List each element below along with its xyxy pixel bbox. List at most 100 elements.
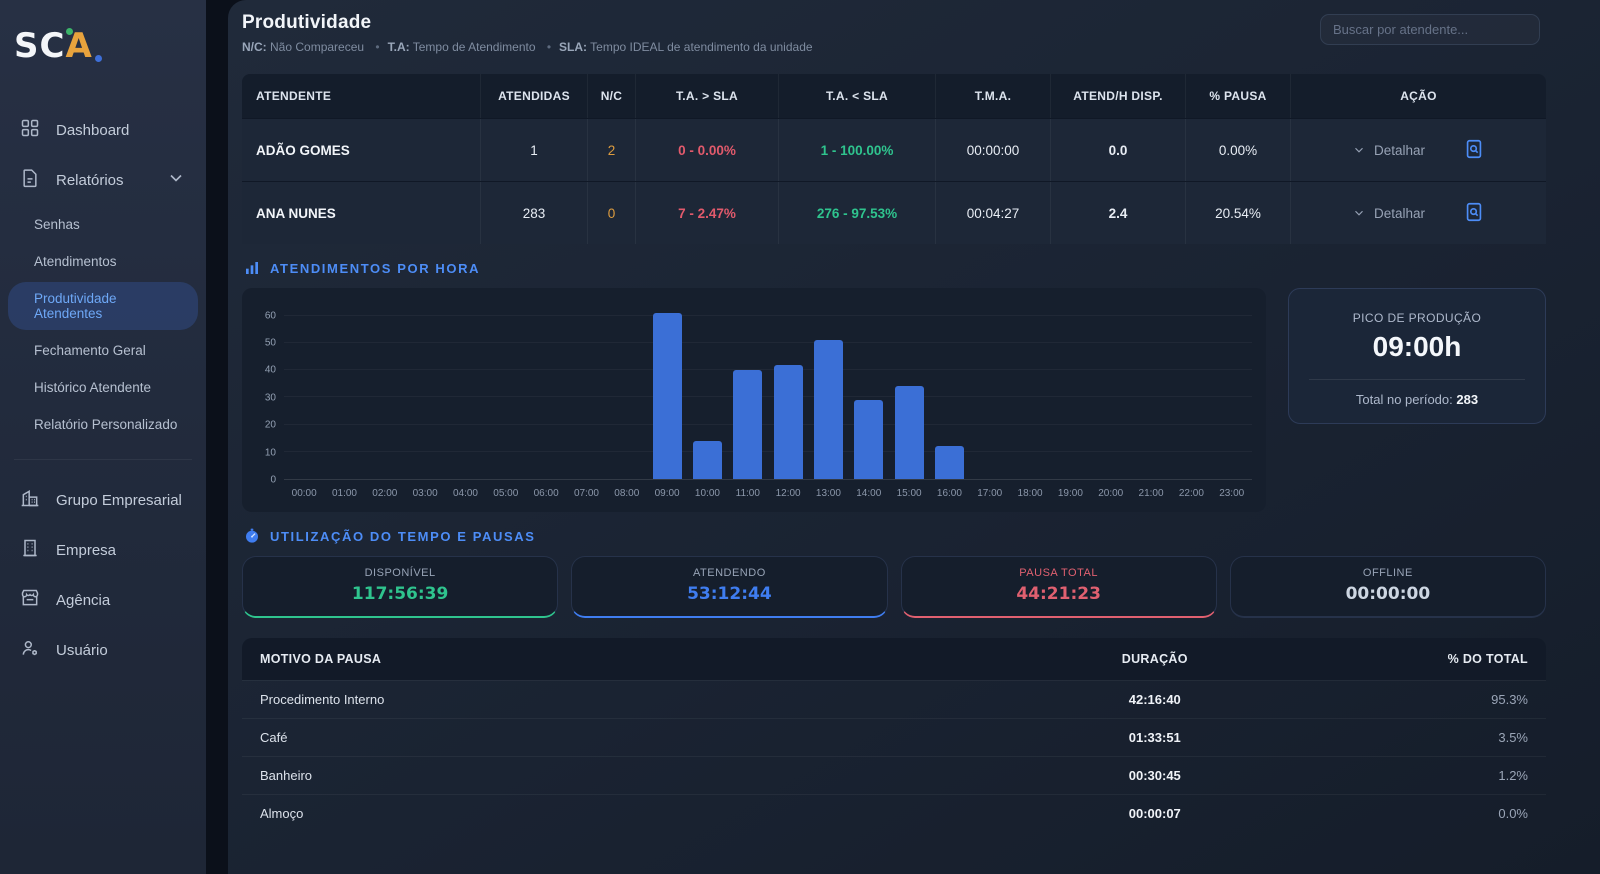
cell-motivo: Procedimento Interno xyxy=(242,692,1050,707)
file-search-icon xyxy=(1463,138,1485,160)
stat-card: PAUSA TOTAL 44:21:23 xyxy=(901,556,1217,618)
file-search-icon xyxy=(1463,201,1485,223)
cell-pausa: 0.00% xyxy=(1185,119,1290,181)
stat-card-label: PAUSA TOTAL xyxy=(902,567,1216,579)
legend-text: Não Compareceu xyxy=(270,40,364,54)
x-tick-label: 05:00 xyxy=(486,488,526,499)
chart-bar xyxy=(814,340,843,479)
y-tick-label: 40 xyxy=(265,365,276,376)
cell-tma: 00:00:00 xyxy=(935,119,1050,181)
stat-card-value: 44:21:23 xyxy=(902,584,1216,604)
logo-green-dot xyxy=(66,28,73,35)
stat-card-value: 53:12:44 xyxy=(572,584,886,604)
legend-item: N/C: Não Compareceu xyxy=(242,40,364,54)
peak-value: 09:00h xyxy=(1309,331,1525,363)
report-detail-button[interactable] xyxy=(1463,138,1485,163)
sidebar-report-link-label: Produtividade Atendentes xyxy=(34,291,117,321)
chart-section-title: ATENDIMENTOS POR HORA xyxy=(244,260,1546,276)
x-tick-label: 13:00 xyxy=(808,488,848,499)
chart-bar xyxy=(935,446,964,479)
sidebar-item-label: Dashboard xyxy=(56,122,129,139)
content-panel: Produtividade N/C: Não Compareceu T.A: T… xyxy=(228,0,1600,874)
pause-table: MOTIVO DA PAUSA DURAÇÃO % DO TOTAL Proce… xyxy=(242,638,1546,832)
cell-tma: 00:04:27 xyxy=(935,182,1050,244)
productivity-table: ATENDENTE ATENDIDAS N/C T.A. > SLA T.A. … xyxy=(242,74,1546,244)
x-tick-label: 18:00 xyxy=(1010,488,1050,499)
col-atendente: ATENDENTE xyxy=(242,74,480,118)
sidebar-item-empresa[interactable]: Empresa xyxy=(6,528,200,572)
sidebar-report-link[interactable]: Produtividade Atendentes xyxy=(8,282,198,330)
sidebar-item-label: Empresa xyxy=(56,542,116,559)
sidebar-report-link-label: Senhas xyxy=(34,217,80,232)
dashboard-grid-icon xyxy=(20,118,40,142)
search-input[interactable] xyxy=(1320,14,1540,45)
buildings-icon xyxy=(20,488,40,512)
legend-term: T.A: xyxy=(388,40,410,54)
cell-nc: 0 xyxy=(587,182,635,244)
cell-duracao: 42:16:40 xyxy=(1050,692,1259,707)
chart-bars xyxy=(284,302,1252,479)
sidebar-item-agencia[interactable]: Agência xyxy=(6,578,200,622)
cell-motivo: Almoço xyxy=(242,806,1050,821)
chart-x-axis: 00:0001:0002:0003:0004:0005:0006:0007:00… xyxy=(284,480,1252,506)
cell-motivo: Banheiro xyxy=(242,768,1050,783)
sidebar-item-grupo-empresarial[interactable]: Grupo Empresarial xyxy=(6,478,200,522)
sidebar-report-link[interactable]: Relatório Personalizado xyxy=(8,408,198,441)
detalhar-label: Detalhar xyxy=(1374,143,1425,158)
stat-card-label: OFFLINE xyxy=(1231,567,1545,579)
cell-pct: 3.5% xyxy=(1259,730,1546,745)
table-row: Café 01:33:51 3.5% xyxy=(242,718,1546,756)
x-tick-label: 14:00 xyxy=(849,488,889,499)
cell-acao: Detalhar xyxy=(1290,119,1546,181)
cell-atendidas: 283 xyxy=(480,182,587,244)
table-row: ADÃO GOMES 1 2 0 - 0.00% 1 - 100.00% 00:… xyxy=(242,118,1546,181)
x-tick-label: 12:00 xyxy=(768,488,808,499)
cell-motivo: Café xyxy=(242,730,1050,745)
stat-card: DISPONÍVEL 117:56:39 xyxy=(242,556,558,618)
sidebar-report-link[interactable]: Histórico Atendente xyxy=(8,371,198,404)
detalhar-button[interactable]: Detalhar xyxy=(1352,206,1425,221)
report-detail-button[interactable] xyxy=(1463,201,1485,226)
x-tick-label: 20:00 xyxy=(1091,488,1131,499)
chart-bar xyxy=(693,441,722,479)
x-tick-label: 07:00 xyxy=(566,488,606,499)
table-row: ANA NUNES 283 0 7 - 2.47% 276 - 97.53% 0… xyxy=(242,181,1546,244)
sidebar-report-link[interactable]: Atendimentos xyxy=(8,245,198,278)
sidebar-item-usuario[interactable]: Usuário xyxy=(6,628,200,672)
period-total-label: Total no período: xyxy=(1356,392,1453,407)
x-tick-label: 16:00 xyxy=(929,488,969,499)
chart-bar xyxy=(774,365,803,479)
x-tick-label: 09:00 xyxy=(647,488,687,499)
x-tick-label: 23:00 xyxy=(1212,488,1252,499)
detalhar-button[interactable]: Detalhar xyxy=(1352,143,1425,158)
sidebar-report-link[interactable]: Senhas xyxy=(8,208,198,241)
chart-bar xyxy=(653,313,682,479)
sidebar-item-dashboard[interactable]: Dashboard xyxy=(6,108,200,152)
sidebar-item-label: Grupo Empresarial xyxy=(56,492,182,509)
detalhar-label: Detalhar xyxy=(1374,206,1425,221)
pause-table-header: MOTIVO DA PAUSA DURAÇÃO % DO TOTAL xyxy=(242,638,1546,680)
chart-y-axis: 0102030405060 xyxy=(252,302,284,480)
chart-plot-area xyxy=(284,302,1252,480)
cell-pct: 95.3% xyxy=(1259,692,1546,707)
x-tick-label: 19:00 xyxy=(1050,488,1090,499)
sidebar-item-relatorios[interactable]: Relatórios xyxy=(6,158,200,202)
chevron-down-icon xyxy=(166,168,186,192)
cell-ta-maior-sla: 7 - 2.47% xyxy=(635,182,778,244)
x-tick-label: 17:00 xyxy=(970,488,1010,499)
chevron-down-icon xyxy=(1352,143,1366,157)
cell-atend-h-disp: 2.4 xyxy=(1050,182,1185,244)
user-gear-icon xyxy=(20,638,40,662)
attendance-by-hour-chart: 0102030405060 00:0001:0002:0003:0004:000… xyxy=(242,288,1266,512)
cell-atendente: ANA NUNES xyxy=(242,182,480,244)
sidebar-report-link[interactable]: Fechamento Geral xyxy=(8,334,198,367)
logo-blue-dot xyxy=(95,55,102,62)
col-atend-h-disp: ATEND/H DISP. xyxy=(1050,74,1185,118)
cell-pausa: 20.54% xyxy=(1185,182,1290,244)
reports-submenu: Senhas Atendimentos Produtividade Atende… xyxy=(0,208,206,441)
cell-pct: 0.0% xyxy=(1259,806,1546,821)
document-icon xyxy=(20,168,40,192)
table-row: Almoço 00:00:07 0.0% xyxy=(242,794,1546,832)
sidebar-item-label: Agência xyxy=(56,592,110,609)
stat-card-label: DISPONÍVEL xyxy=(243,567,557,579)
